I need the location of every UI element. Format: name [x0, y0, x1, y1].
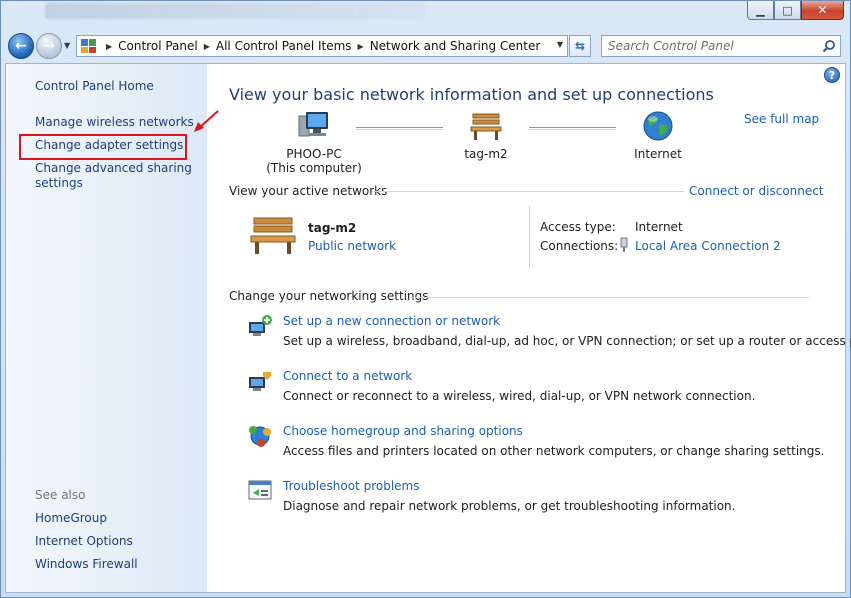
- title-bar: ▁ □ ✕: [1, 1, 850, 29]
- ethernet-icon: [620, 237, 628, 252]
- navigation-bar: ← → ▼ ▶ Control Panel ▶ All Control Pane…: [1, 29, 850, 63]
- local-area-connection-link[interactable]: Local Area Connection 2: [635, 239, 781, 253]
- globe-icon: [643, 111, 673, 141]
- arrow-left-icon: ←: [15, 38, 27, 54]
- help-icon[interactable]: ?: [824, 67, 840, 83]
- refresh-icon: ⇆: [574, 39, 586, 53]
- content-frame: Control Panel Home Manage wireless netwo…: [5, 63, 851, 593]
- chevron-right-icon[interactable]: ▶: [106, 42, 112, 51]
- window-controls: ▁ □ ✕: [747, 1, 844, 20]
- computer-icon: [298, 112, 328, 137]
- address-bar[interactable]: ▶ Control Panel ▶ All Control Panel Item…: [76, 35, 568, 57]
- vertical-divider: [529, 206, 530, 268]
- connections-label: Connections:: [540, 239, 619, 253]
- networking-settings-heading: Change your networking settings: [229, 289, 429, 303]
- chevron-right-icon[interactable]: ▶: [358, 42, 364, 51]
- network-sharing-window: ▁ □ ✕ ← → ▼ ▶ Control Panel ▶ All Contro…: [0, 0, 851, 598]
- task-title[interactable]: Troubleshoot problems: [283, 479, 419, 493]
- breadcrumb: ▶ Control Panel ▶ All Control Panel Item…: [100, 39, 540, 53]
- internet-label: Internet: [634, 147, 682, 161]
- breadcrumb-network-sharing[interactable]: Network and Sharing Center: [370, 39, 541, 53]
- blurred-title-overlay: [45, 3, 425, 19]
- homegroup-link[interactable]: HomeGroup: [35, 511, 107, 525]
- arrow-right-icon: →: [43, 38, 55, 54]
- task-description: Connect or reconnect to a wireless, wire…: [283, 389, 756, 403]
- see-full-map-link[interactable]: See full map: [744, 112, 819, 126]
- annotation-arrow-icon: [194, 110, 219, 132]
- control-panel-icon: [81, 39, 96, 53]
- bench-icon: [470, 113, 502, 140]
- highlight-box: [19, 134, 187, 160]
- refresh-button[interactable]: ⇆: [569, 35, 591, 57]
- chevron-right-icon[interactable]: ▶: [204, 42, 210, 51]
- divider: [372, 191, 684, 192]
- active-networks-heading: View your active networks: [229, 184, 388, 198]
- map-connector: [356, 127, 443, 130]
- map-connector: [529, 127, 616, 130]
- recent-pages-dropdown[interactable]: ▼: [64, 41, 70, 50]
- task-title[interactable]: Choose homegroup and sharing options: [283, 424, 523, 438]
- bench-icon: [250, 217, 296, 254]
- network-type-link[interactable]: Public network: [308, 239, 396, 253]
- search-box[interactable]: Search Control Panel: [601, 35, 841, 57]
- computer-name: PHOO-PC: [286, 147, 342, 161]
- access-type-value: Internet: [635, 220, 683, 234]
- see-also-label: See also: [35, 488, 86, 502]
- troubleshoot-icon: [248, 480, 272, 500]
- minimize-button[interactable]: ▁: [747, 1, 774, 20]
- breadcrumb-all-items[interactable]: All Control Panel Items: [216, 39, 352, 53]
- task-title[interactable]: Set up a new connection or network: [283, 314, 500, 328]
- task-title[interactable]: Connect to a network: [283, 369, 412, 383]
- map-node-computer[interactable]: PHOO-PC (This computer): [264, 110, 364, 175]
- map-node-internet[interactable]: Internet: [618, 110, 698, 161]
- close-button[interactable]: ✕: [801, 1, 844, 20]
- access-type-label: Access type:: [540, 220, 616, 234]
- active-network-name: tag-m2: [308, 221, 357, 235]
- network-node-label: tag-m2: [464, 147, 508, 161]
- breadcrumb-control-panel[interactable]: Control Panel: [118, 39, 198, 53]
- forward-button[interactable]: →: [36, 33, 62, 59]
- address-dropdown[interactable]: ▼: [557, 40, 563, 49]
- divider: [410, 297, 809, 298]
- manage-wireless-networks-link[interactable]: Manage wireless networks: [35, 115, 194, 129]
- task-description: Access files and printers located on oth…: [283, 444, 825, 458]
- internet-options-link[interactable]: Internet Options: [35, 534, 133, 548]
- homegroup-icon: [249, 426, 271, 447]
- change-advanced-sharing-link[interactable]: Change advanced sharing settings: [35, 161, 200, 191]
- task-description: Diagnose and repair network problems, or…: [283, 499, 736, 513]
- computer-sub: (This computer): [266, 161, 362, 175]
- connect-network-icon: [249, 372, 271, 391]
- connect-or-disconnect-link[interactable]: Connect or disconnect: [689, 184, 824, 198]
- back-button[interactable]: ←: [8, 33, 34, 59]
- new-connection-icon: [249, 315, 272, 336]
- maximize-button[interactable]: □: [774, 1, 801, 20]
- windows-firewall-link[interactable]: Windows Firewall: [35, 557, 138, 571]
- task-description: Set up a wireless, broadband, dial-up, a…: [283, 334, 851, 348]
- page-title: View your basic network information and …: [229, 85, 714, 104]
- search-icon[interactable]: [822, 39, 836, 53]
- search-input[interactable]: Search Control Panel: [608, 39, 734, 53]
- control-panel-home-link[interactable]: Control Panel Home: [35, 79, 154, 93]
- map-node-network[interactable]: tag-m2: [446, 110, 526, 161]
